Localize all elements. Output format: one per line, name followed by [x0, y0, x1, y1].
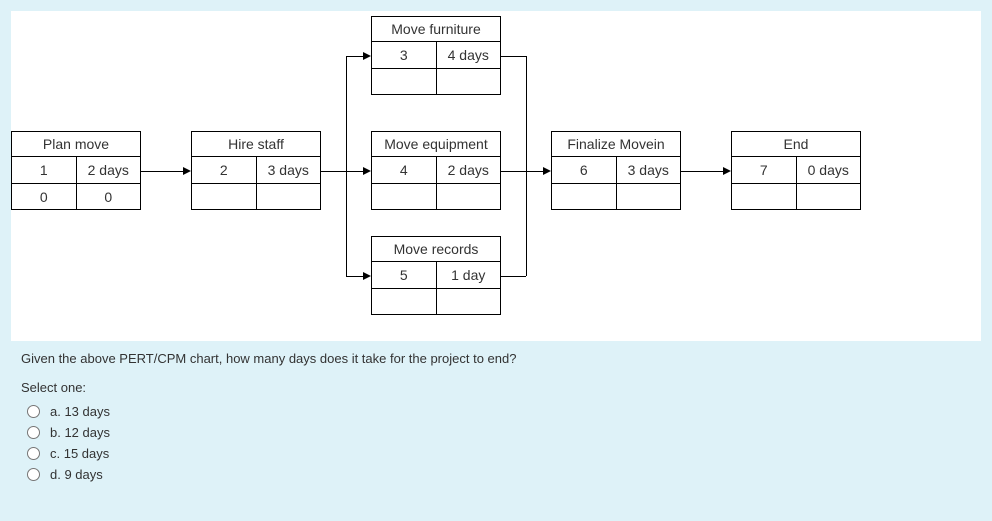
node-id: 1 [12, 157, 77, 183]
node-id: 6 [552, 157, 617, 183]
arrow-icon [723, 167, 731, 175]
option-c[interactable]: c. 15 days [21, 443, 971, 464]
edge [501, 276, 526, 277]
node-id: 7 [732, 157, 797, 183]
option-d-label: d. 9 days [50, 467, 103, 482]
node-title: Finalize Movein [552, 132, 680, 157]
node-id: 5 [372, 262, 437, 288]
edge [321, 171, 363, 172]
arrow-icon [363, 167, 371, 175]
option-d-radio[interactable] [27, 468, 40, 481]
arrow-icon [363, 272, 371, 280]
node-title: Hire staff [192, 132, 320, 157]
node-dur: 3 days [617, 157, 681, 183]
node-title: Move equipment [372, 132, 500, 157]
arrow-icon [543, 167, 551, 175]
node-es: 0 [12, 183, 77, 209]
edge [346, 56, 363, 57]
edge [346, 56, 347, 171]
edge [346, 276, 363, 277]
question-area: Given the above PERT/CPM chart, how many… [11, 341, 981, 505]
edge [501, 56, 526, 57]
edge [526, 171, 527, 276]
edge [681, 171, 723, 172]
option-d[interactable]: d. 9 days [21, 464, 971, 485]
question-stem: Select one: [21, 380, 971, 395]
node-end: End 7 0 days [731, 131, 861, 210]
node-title: Move records [372, 237, 500, 262]
node-dur: 2 days [77, 157, 141, 183]
node-dur: 3 days [257, 157, 321, 183]
node-id: 2 [192, 157, 257, 183]
node-title: Plan move [12, 132, 140, 157]
node-dur: 4 days [437, 42, 501, 68]
node-move-furniture: Move furniture 3 4 days [371, 16, 501, 95]
options-list: a. 13 days b. 12 days c. 15 days d. 9 da… [21, 401, 971, 485]
node-move-records: Move records 5 1 day [371, 236, 501, 315]
node-finalize-movein: Finalize Movein 6 3 days [551, 131, 681, 210]
pert-diagram: Plan move 1 2 days 0 0 Hire staff 2 3 da… [11, 11, 981, 341]
option-a-label: a. 13 days [50, 404, 110, 419]
node-plan-move: Plan move 1 2 days 0 0 [11, 131, 141, 210]
question-card: Plan move 1 2 days 0 0 Hire staff 2 3 da… [10, 10, 982, 506]
option-b[interactable]: b. 12 days [21, 422, 971, 443]
option-a[interactable]: a. 13 days [21, 401, 971, 422]
node-title: Move furniture [372, 17, 500, 42]
node-move-equipment: Move equipment 4 2 days [371, 131, 501, 210]
node-ef: 0 [77, 183, 141, 209]
option-b-label: b. 12 days [50, 425, 110, 440]
arrow-icon [363, 52, 371, 60]
node-dur: 2 days [437, 157, 501, 183]
node-hire-staff: Hire staff 2 3 days [191, 131, 321, 210]
node-dur: 1 day [437, 262, 501, 288]
node-title: End [732, 132, 860, 157]
option-b-radio[interactable] [27, 426, 40, 439]
edge [346, 171, 347, 276]
option-c-label: c. 15 days [50, 446, 109, 461]
edge [501, 171, 543, 172]
question-text: Given the above PERT/CPM chart, how many… [21, 351, 971, 366]
arrow-icon [183, 167, 191, 175]
edge [141, 171, 183, 172]
option-c-radio[interactable] [27, 447, 40, 460]
node-id: 3 [372, 42, 437, 68]
node-dur: 0 days [797, 157, 861, 183]
option-a-radio[interactable] [27, 405, 40, 418]
node-id: 4 [372, 157, 437, 183]
edge [526, 56, 527, 171]
